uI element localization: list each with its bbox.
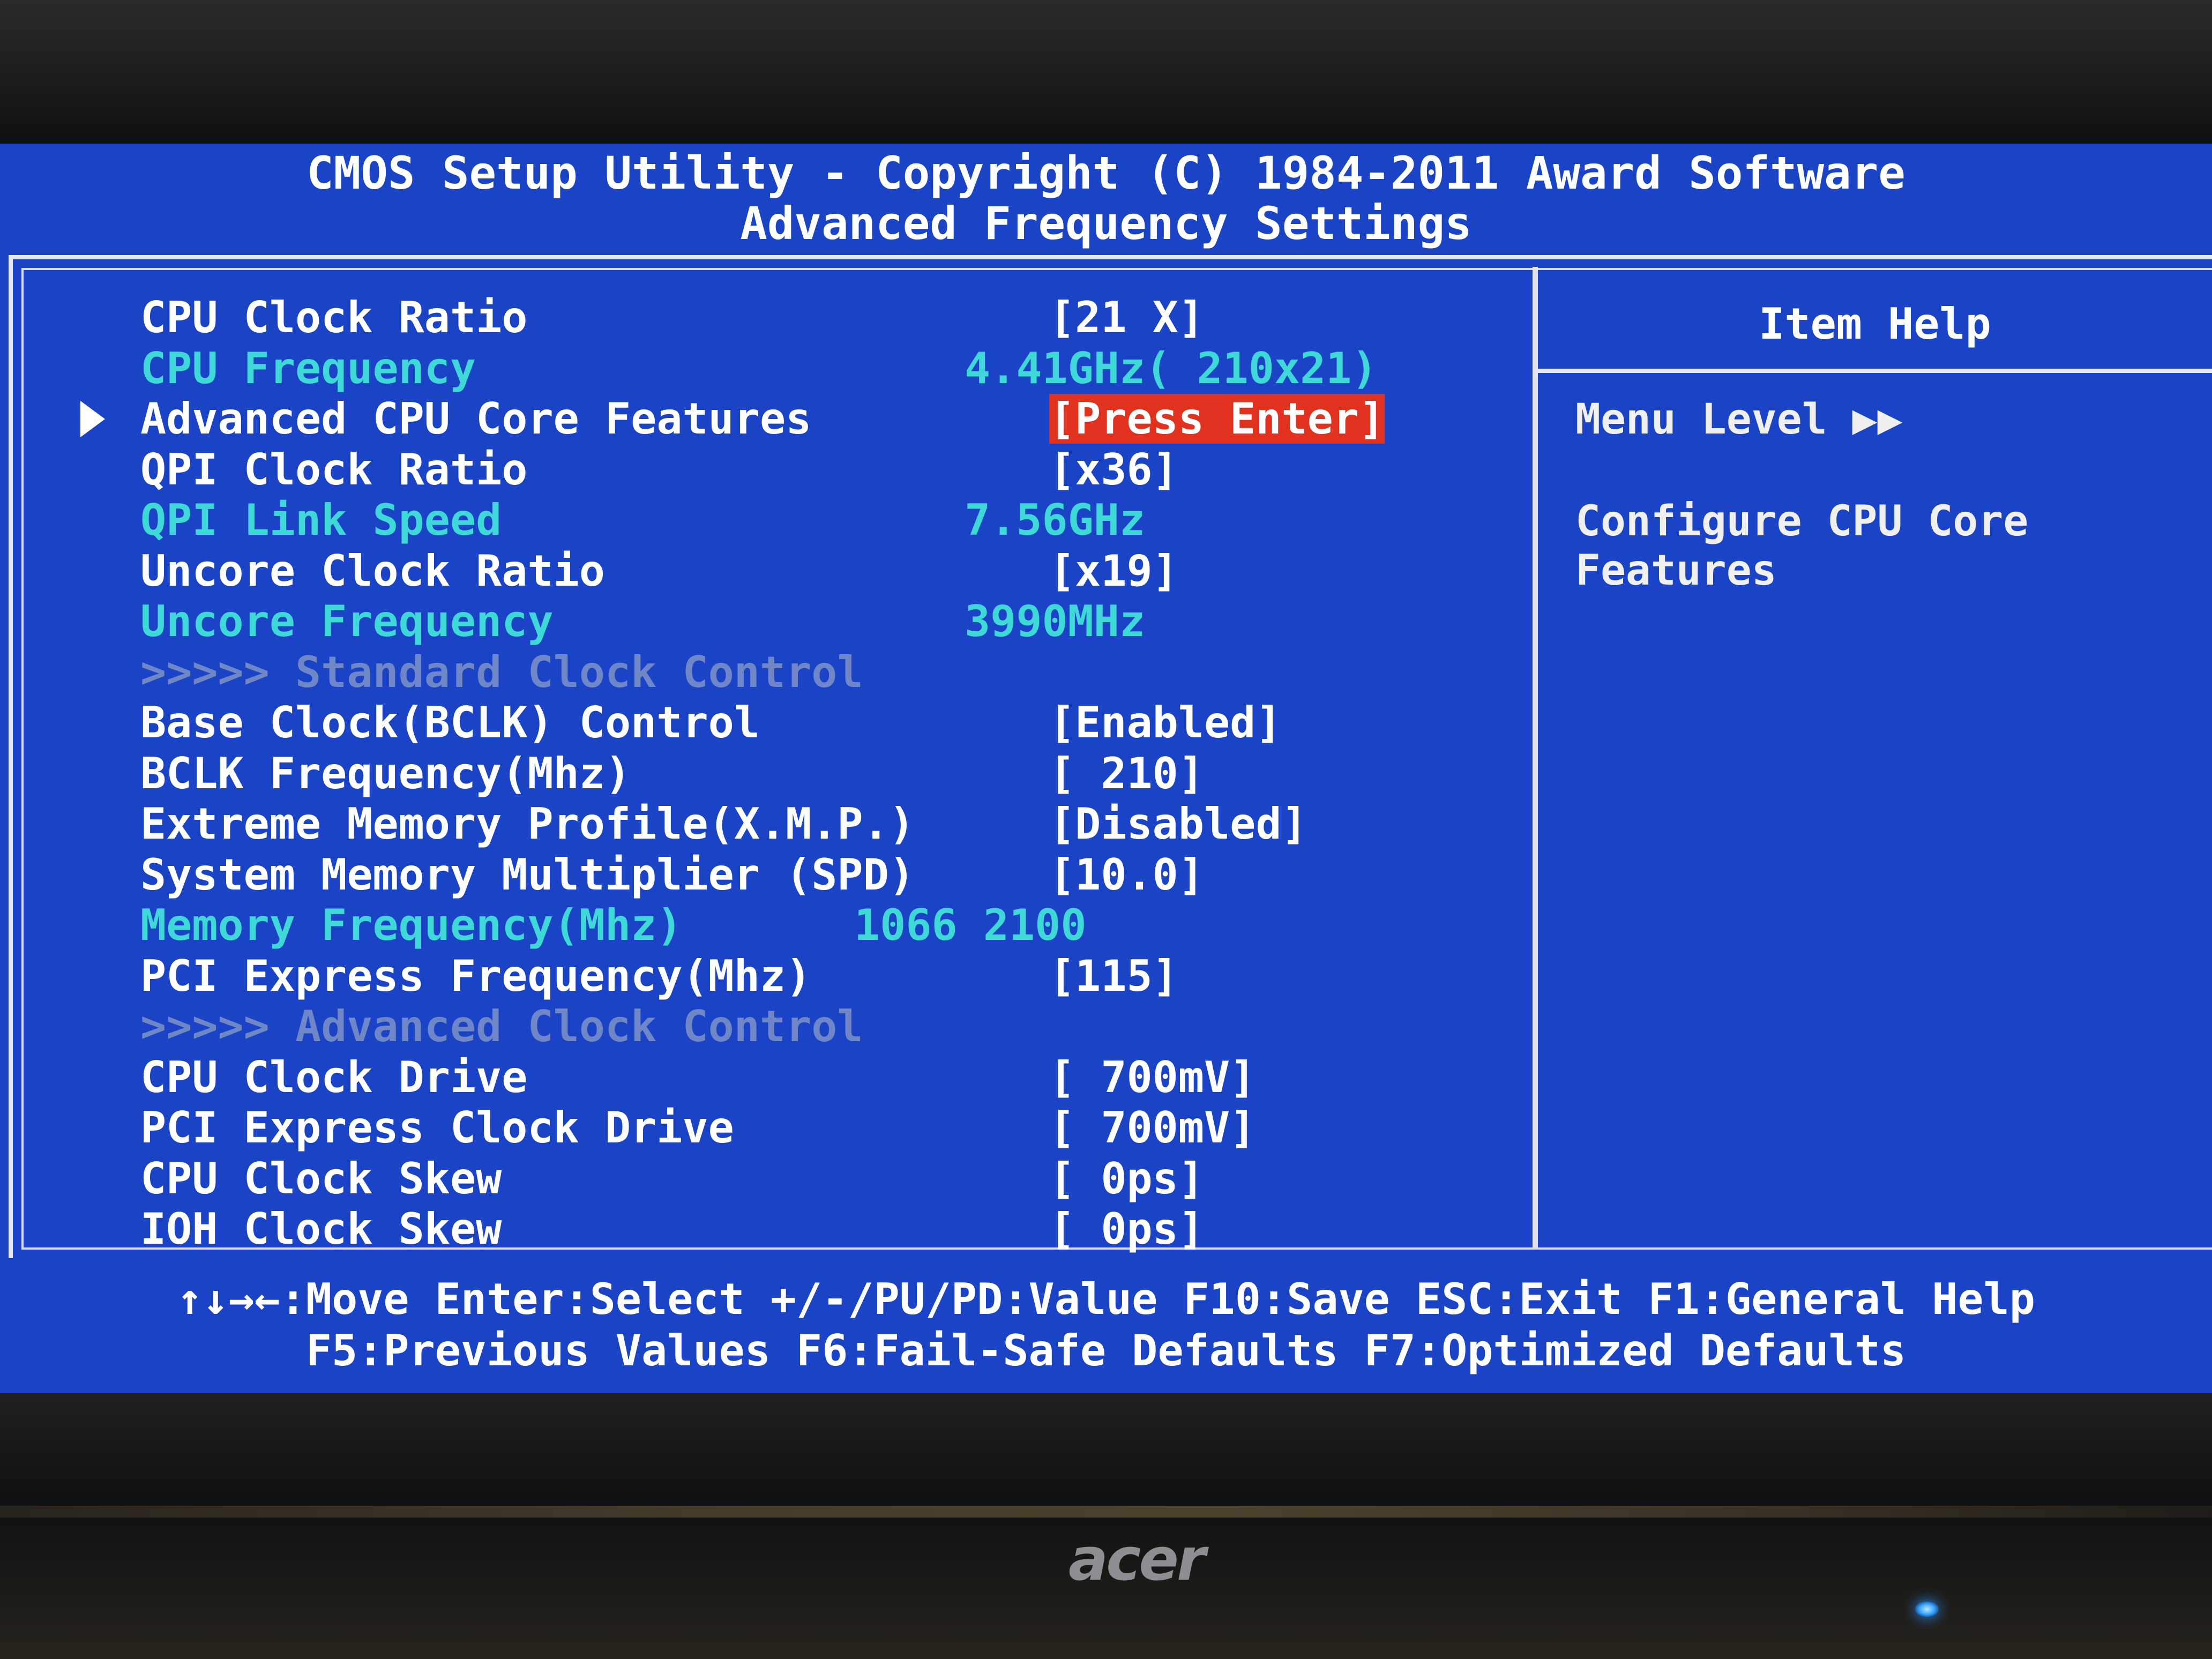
item-help-title: Item Help <box>1759 299 1991 349</box>
help-divider <box>1538 369 2212 373</box>
setting-label: Memory Frequency(Mhz) <box>140 900 683 950</box>
power-led-icon <box>1915 1601 1939 1617</box>
setting-value[interactable]: [115] <box>1049 952 1178 1000</box>
setting-label[interactable]: Extreme Memory Profile(X.M.P.) <box>140 800 915 848</box>
setting-value: 7.56GHz <box>965 495 1146 545</box>
setting-value[interactable]: [x36] <box>1049 446 1178 494</box>
key-legend: ↑↓→←:Move Enter:Select +/-/PU/PD:Value F… <box>0 1258 2212 1398</box>
setting-label[interactable]: QPI Clock Ratio <box>140 446 527 494</box>
selection-arrow-icon <box>80 401 105 437</box>
setting-label[interactable]: Advanced CPU Core Features <box>140 395 811 443</box>
key-legend-line-2: F5:Previous Values F6:Fail-Safe Defaults… <box>305 1326 1907 1376</box>
setting-value[interactable]: [Disabled] <box>1049 800 1307 848</box>
key-legend-line-1: ↑↓→←:Move Enter:Select +/-/PU/PD:Value F… <box>177 1274 2035 1324</box>
press-enter-highlight[interactable]: [Press Enter] <box>1049 394 1385 444</box>
setting-label: QPI Link Speed <box>140 495 502 545</box>
setting-value[interactable]: [ 0ps] <box>1049 1205 1204 1253</box>
setting-label[interactable]: CPU Clock Drive <box>140 1053 527 1102</box>
setting-label[interactable]: BCLK Frequency(Mhz) <box>140 750 631 798</box>
bios-title: CMOS Setup Utility - Copyright (C) 1984-… <box>307 147 1905 199</box>
bezel-lip <box>0 1506 2212 1518</box>
setting-label: CPU Frequency <box>140 343 476 393</box>
setting-value[interactable]: [ 700mV] <box>1049 1053 1256 1102</box>
acer-logo: acer <box>1068 1525 1206 1594</box>
setting-value[interactable]: [Enabled] <box>1049 699 1281 747</box>
setting-label: >>>>> Standard Clock Control <box>140 647 863 697</box>
setting-value[interactable]: [Press Enter] <box>1049 394 1385 444</box>
page-title: Advanced Frequency Settings <box>740 197 1472 250</box>
setting-value[interactable]: [ 0ps] <box>1049 1155 1204 1203</box>
setting-value[interactable]: [ 700mV] <box>1049 1104 1256 1152</box>
setting-value[interactable]: [21 X] <box>1049 294 1204 342</box>
bios-screen: CMOS Setup Utility - Copyright (C) 1984-… <box>0 144 2212 1398</box>
setting-label[interactable]: CPU Clock Skew <box>140 1155 502 1203</box>
setting-label[interactable]: System Memory Multiplier (SPD) <box>140 851 915 899</box>
setting-label[interactable]: CPU Clock Ratio <box>140 294 527 342</box>
setting-value[interactable]: [10.0] <box>1049 851 1204 899</box>
panel-divider <box>1533 267 1538 1247</box>
setting-value: 3990MHz <box>965 596 1146 646</box>
menu-level-text: Menu Level ▶▶ <box>1575 395 1903 444</box>
setting-label[interactable]: Uncore Clock Ratio <box>140 547 605 595</box>
help-description-line-2: Features <box>1575 547 1777 595</box>
setting-value[interactable]: [x19] <box>1049 547 1178 595</box>
setting-label[interactable]: Base Clock(BCLK) Control <box>140 699 760 747</box>
setting-label[interactable]: IOH Clock Skew <box>140 1205 502 1253</box>
setting-label[interactable]: PCI Express Frequency(Mhz) <box>140 952 811 1000</box>
monitor-bezel-top <box>0 0 2212 144</box>
setting-value: 4.41GHz( 210x21) <box>965 343 1378 393</box>
setting-label: Uncore Frequency <box>140 596 554 646</box>
help-description-line-1: Configure CPU Core <box>1575 497 2029 545</box>
setting-label: >>>>> Advanced Clock Control <box>140 1002 863 1051</box>
setting-label[interactable]: PCI Express Clock Drive <box>140 1104 734 1152</box>
setting-value: 1066 2100 <box>854 900 1087 950</box>
setting-value[interactable]: [ 210] <box>1049 750 1204 798</box>
